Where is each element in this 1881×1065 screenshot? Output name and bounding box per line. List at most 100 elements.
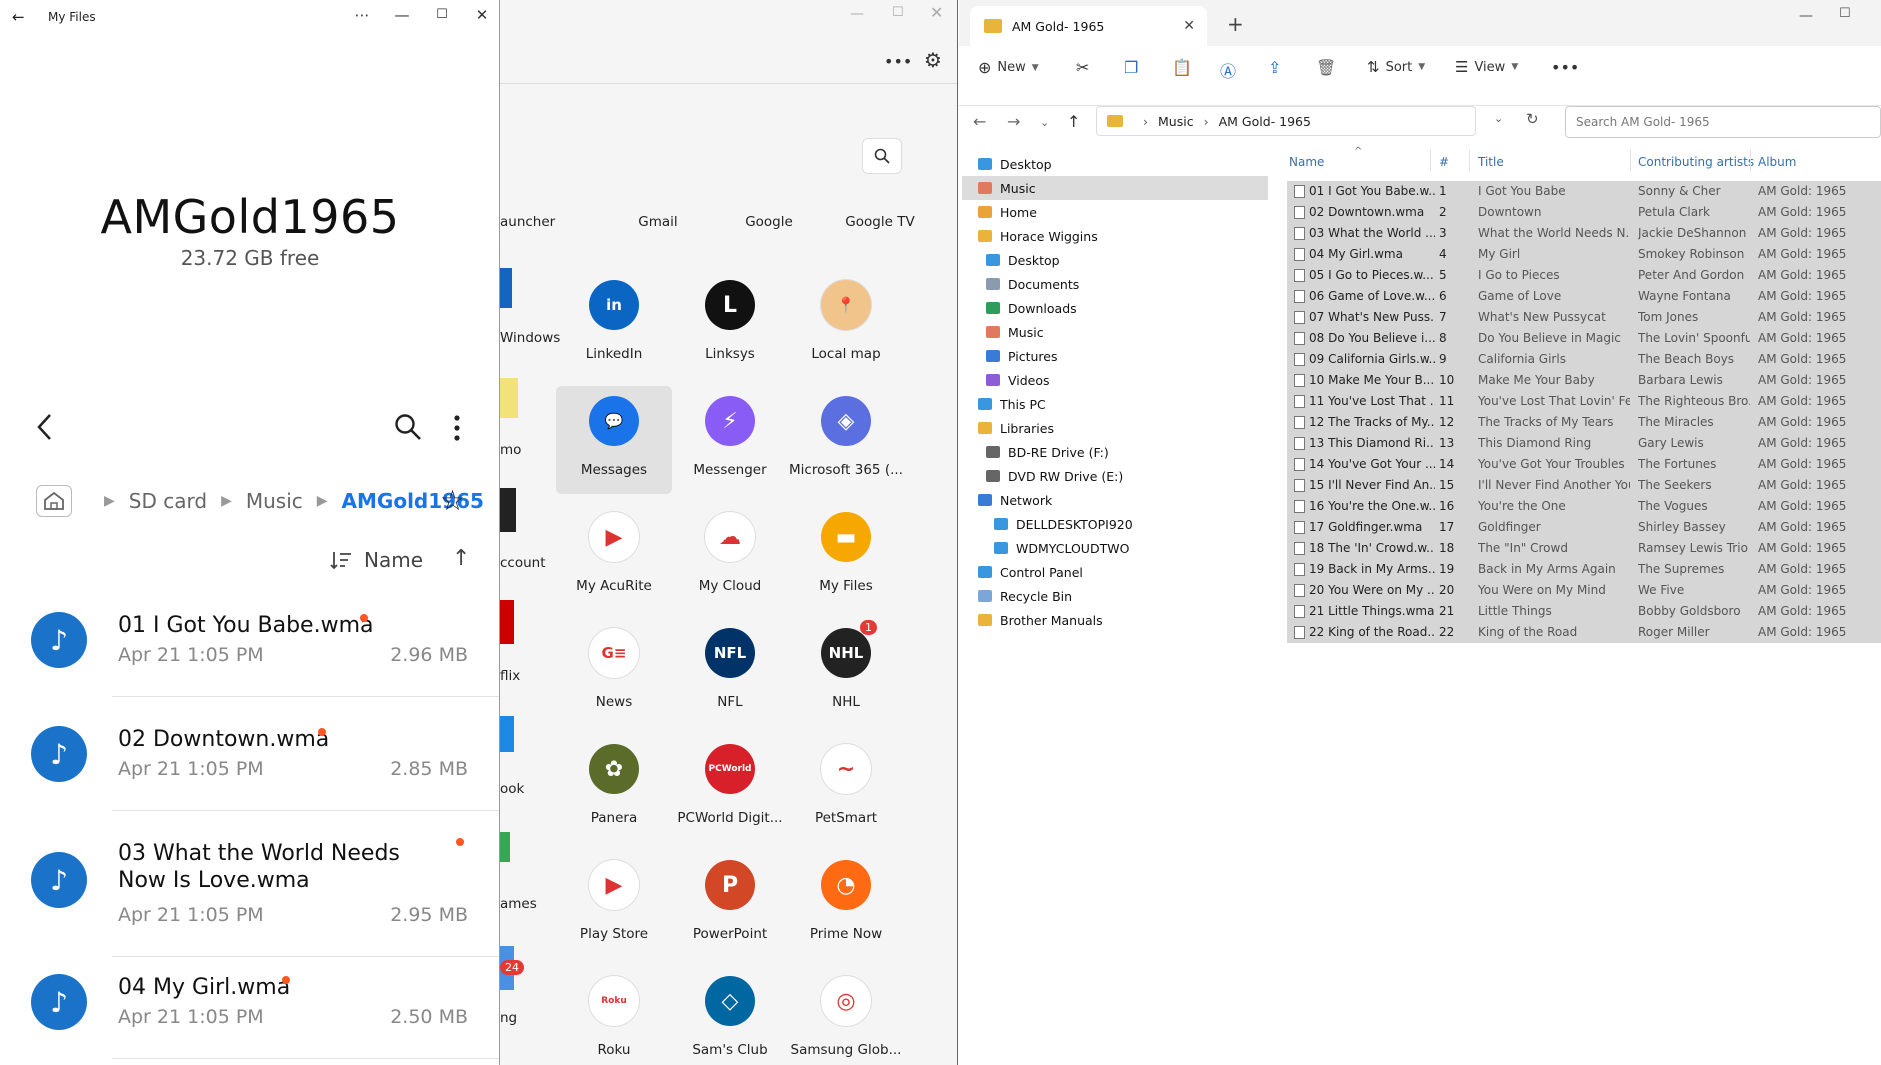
app-label[interactable]: flix <box>500 668 520 684</box>
path-current[interactable]: AM Gold- 1965 <box>1219 114 1311 129</box>
app-label[interactable]: Gmail <box>600 214 716 230</box>
app-tile[interactable]: NHL 1 NHL <box>788 618 904 726</box>
table-row[interactable]: 05 I Go to Pieces.w... 5 I Go to Pieces Pet… <box>1287 265 1881 286</box>
maximize-button[interactable]: ☐ <box>892 5 904 20</box>
app-label[interactable]: ames <box>500 896 537 912</box>
table-row[interactable]: 16 You're the One.w... 16 You're the One Th… <box>1287 496 1881 517</box>
app-tile[interactable]: ◈ Microsoft 365 (... <box>788 386 904 494</box>
table-row[interactable]: 11 You've Lost That ... 11 You've Lost Tha… <box>1287 391 1881 412</box>
view-button[interactable]: ☰ View ▼ <box>1455 58 1518 76</box>
app-tile[interactable]: ▬ My Files <box>788 502 904 610</box>
column-divider[interactable] <box>1430 150 1431 172</box>
app-tile[interactable]: 💬 Messages <box>556 386 672 494</box>
table-row[interactable]: 20 You Were on My ... 20 You Were on My Mi… <box>1287 580 1881 601</box>
tab-active[interactable]: AM Gold- 1965 ✕ <box>970 6 1207 46</box>
app-label[interactable]: ook <box>500 781 524 797</box>
kebab-menu-icon[interactable] <box>452 414 462 442</box>
nav-item[interactable]: Libraries <box>978 416 1054 440</box>
app-tile[interactable]: NFL NFL <box>672 618 788 726</box>
app-label[interactable]: Google TV <box>822 214 938 230</box>
app-label[interactable]: Windows <box>500 330 560 346</box>
app-label[interactable]: ng <box>500 1010 517 1026</box>
table-row[interactable]: 04 My Girl.wma 4 My Girl Smokey Robinson AM … <box>1287 244 1881 265</box>
table-row[interactable]: 18 The 'In' Crowd.w... 18 The "In" Crowd Ra… <box>1287 538 1881 559</box>
app-tile[interactable]: in LinkedIn <box>556 270 672 378</box>
list-item[interactable]: ♪ 01 I Got You Babe.wma Apr 21 1:05 PM 2.96… <box>0 600 499 704</box>
table-row[interactable]: 13 This Diamond Ri... 13 This Diamond Ring… <box>1287 433 1881 454</box>
chevron-down-icon[interactable]: ⌄ <box>1040 116 1049 129</box>
new-tab-icon[interactable]: + <box>1227 12 1244 36</box>
new-button[interactable]: ⊕ New ▼ <box>978 58 1039 77</box>
nav-item[interactable]: Pictures <box>986 344 1058 368</box>
app-tile[interactable]: ✿ Panera <box>556 734 672 842</box>
nav-item[interactable]: Documents <box>986 272 1079 296</box>
app-tile[interactable]: P PowerPoint <box>672 850 788 958</box>
column-divider[interactable] <box>1630 150 1631 172</box>
app-tile[interactable]: ~ PetSmart <box>788 734 904 842</box>
app-tile[interactable]: ◇ Sam's Club <box>672 966 788 1065</box>
sort-button[interactable]: ⇅ Sort ▼ <box>1367 58 1425 76</box>
nav-item[interactable]: DVD RW Drive (E:) <box>986 464 1123 488</box>
nav-item[interactable]: BD-RE Drive (F:) <box>986 440 1109 464</box>
arrow-up-icon[interactable]: ↑ <box>452 546 470 571</box>
breadcrumb-sd-card[interactable]: SD card <box>129 489 207 513</box>
table-row[interactable]: 07 What's New Puss... 7 What's New Pussyca… <box>1287 307 1881 328</box>
column-divider[interactable] <box>1750 150 1751 172</box>
trash-icon[interactable]: 🗑 <box>1316 58 1336 77</box>
nav-item[interactable]: Control Panel <box>978 560 1083 584</box>
table-row[interactable]: 01 I Got You Babe.w... 1 I Got You Babe Son… <box>1287 181 1881 202</box>
nav-item[interactable]: Brother Manuals <box>978 608 1103 632</box>
table-row[interactable]: 10 Make Me Your B... 10 Make Me Your Baby B… <box>1287 370 1881 391</box>
share-icon[interactable]: ⇪ <box>1268 58 1281 77</box>
chevron-left-icon[interactable] <box>34 412 58 442</box>
back-arrow-icon[interactable]: ← <box>12 8 25 26</box>
cut-icon[interactable]: ✂ <box>1076 58 1089 77</box>
paste-icon[interactable]: 📋 <box>1172 58 1192 77</box>
app-label[interactable]: ccount <box>500 555 546 571</box>
star-icon[interactable]: ☆ <box>440 484 465 517</box>
app-tile[interactable]: ◎ Samsung Glob... <box>788 966 904 1065</box>
arrow-up-icon[interactable]: ↑ <box>1067 112 1080 131</box>
minimize-button[interactable]: — <box>1799 8 1813 24</box>
nav-item[interactable]: Videos <box>986 368 1050 392</box>
back-arrow-icon[interactable]: ← <box>973 112 986 131</box>
copy-icon[interactable]: ❐ <box>1124 58 1138 77</box>
column-header-number[interactable]: # <box>1439 155 1449 169</box>
nav-item[interactable]: Desktop <box>978 152 1052 176</box>
app-label[interactable]: auncher <box>500 214 555 230</box>
more-options-icon[interactable]: ••• <box>1551 58 1579 77</box>
maximize-button[interactable]: ☐ <box>430 7 454 22</box>
close-tab-icon[interactable]: ✕ <box>1183 18 1195 34</box>
app-label[interactable]: Google <box>711 214 827 230</box>
table-row[interactable]: 14 You've Got Your ... 14 You've Got Your … <box>1287 454 1881 475</box>
app-tile[interactable]: ◔ Prime Now <box>788 850 904 958</box>
nav-item[interactable]: DELLDESKTOPI920 <box>994 512 1133 536</box>
breadcrumb-music[interactable]: Music <box>246 489 303 513</box>
nav-item[interactable]: Home <box>978 200 1037 224</box>
list-item[interactable]: ♪ 03 What the World Needs Now Is Love.wma… <box>0 828 499 957</box>
table-row[interactable]: 03 What the World ... 3 What the World Nee… <box>1287 223 1881 244</box>
column-header-album[interactable]: Album <box>1758 155 1796 169</box>
nav-item[interactable]: This PC <box>978 392 1046 416</box>
sort-button[interactable]: Name <box>330 548 423 572</box>
table-row[interactable]: 19 Back in My Arms... 19 Back in My Arms A… <box>1287 559 1881 580</box>
column-header-artists[interactable]: Contributing artists <box>1638 155 1754 169</box>
nav-item[interactable]: Desktop <box>986 248 1060 272</box>
column-header-title[interactable]: Title <box>1478 155 1504 169</box>
app-tile[interactable]: G≡ News <box>556 618 672 726</box>
nav-item[interactable]: Music <box>962 176 1268 200</box>
table-row[interactable]: 02 Downtown.wma 2 Downtown Petula Clark AM G… <box>1287 202 1881 223</box>
table-row[interactable]: 06 Game of Love.w... 6 Game of Love Wayne F… <box>1287 286 1881 307</box>
search-input[interactable]: Search AM Gold- 1965 <box>1565 106 1881 138</box>
app-tile[interactable]: ⚡ Messenger <box>672 386 788 494</box>
search-icon[interactable] <box>862 138 902 174</box>
chevron-down-icon[interactable]: ⌄ <box>1494 112 1503 125</box>
more-options-icon[interactable]: ⋯ <box>350 6 374 24</box>
list-item[interactable]: ♪ 02 Downtown.wma Apr 21 1:05 PM 2.85 MB <box>0 714 499 818</box>
forward-arrow-icon[interactable]: → <box>1007 112 1020 131</box>
close-button[interactable]: ✕ <box>930 3 943 22</box>
refresh-icon[interactable]: ↻ <box>1526 110 1539 128</box>
more-options-icon[interactable]: ••• <box>884 52 912 71</box>
table-row[interactable]: 21 Little Things.wma 21 Little Things Bobby… <box>1287 601 1881 622</box>
address-bar[interactable]: › Music › AM Gold- 1965 <box>1096 106 1476 136</box>
